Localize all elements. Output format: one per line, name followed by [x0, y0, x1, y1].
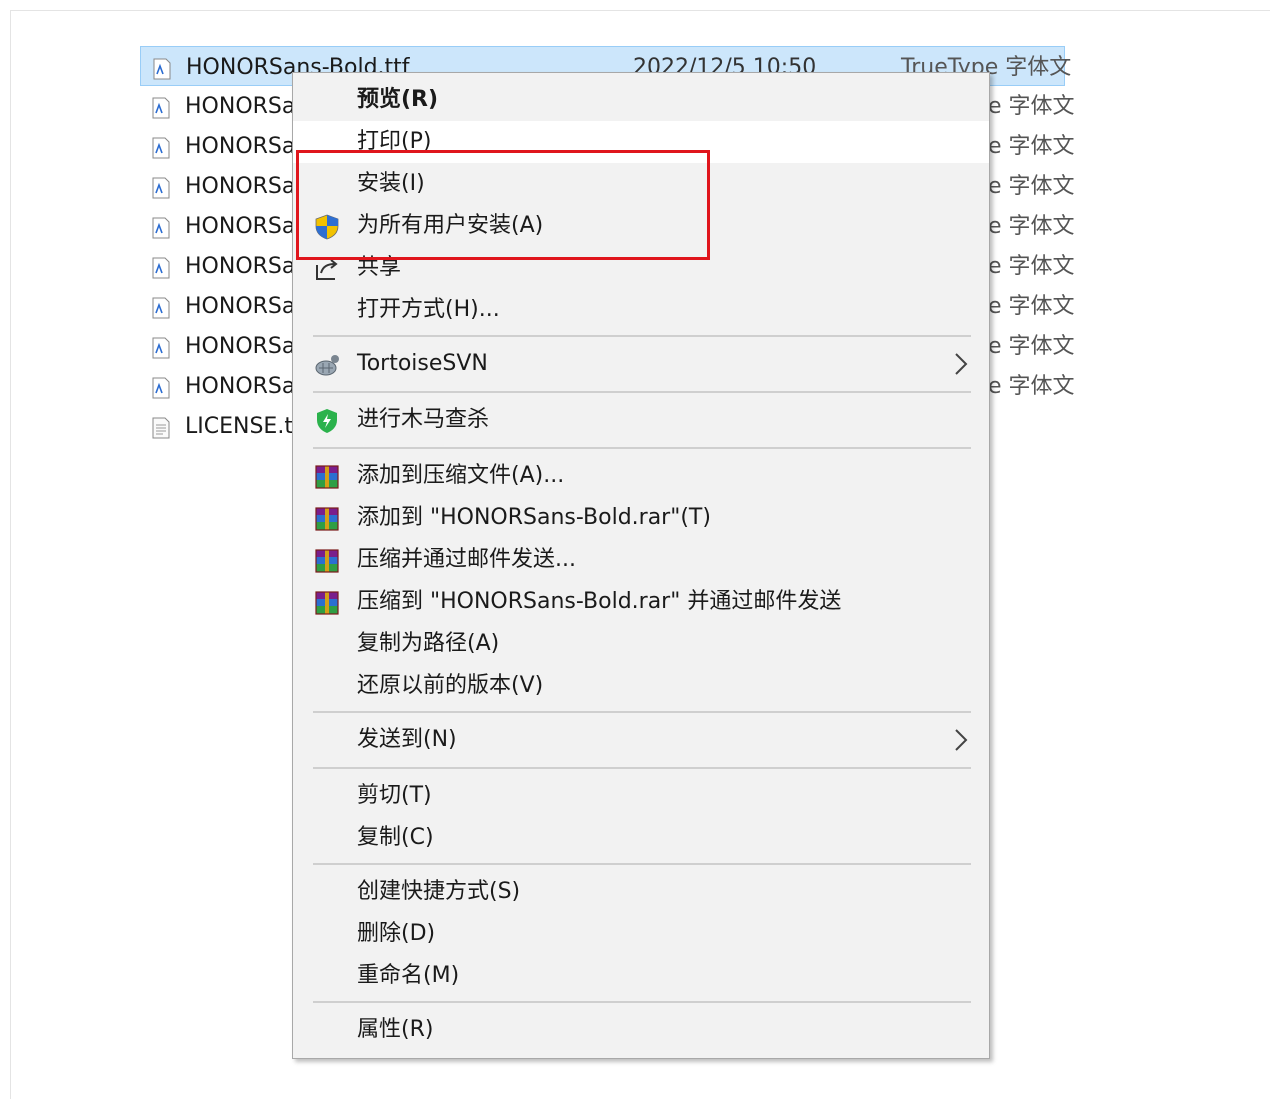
chevron-right-icon: [955, 729, 968, 751]
menu-separator: [313, 391, 971, 393]
menu-label: 预览(R): [357, 87, 439, 112]
menu-label: 压缩到 "HONORSans-Bold.rar" 并通过邮件发送: [357, 589, 842, 614]
font-file-icon: [152, 97, 170, 119]
font-file-icon: [152, 257, 170, 279]
file-name: HONORSa: [185, 174, 296, 199]
font-file-icon: [152, 337, 170, 359]
menu-separator: [313, 863, 971, 865]
menu-item-tortoisesvn[interactable]: TortoiseSVN: [293, 343, 989, 385]
font-file-icon: [152, 217, 170, 239]
menu-label: 剪切(T): [357, 783, 432, 808]
menu-label: 进行木马查杀: [357, 407, 490, 432]
file-type: e 字体文: [988, 94, 1075, 119]
menu-label: 压缩并通过邮件发送...: [357, 547, 576, 572]
highlight-box: [296, 150, 710, 260]
menu-item-properties[interactable]: 属性(R): [293, 1009, 989, 1051]
file-type: e 字体文: [988, 214, 1075, 239]
font-file-icon: [152, 297, 170, 319]
file-name: HONORSa: [185, 214, 296, 239]
page-border-top: [10, 10, 1270, 11]
font-file-icon: [152, 177, 170, 199]
menu-label: 删除(D): [357, 921, 436, 946]
menu-label: 发送到(N): [357, 727, 457, 752]
file-name: HONORSa: [185, 254, 296, 279]
menu-separator: [313, 767, 971, 769]
page-border-left: [10, 10, 11, 1099]
menu-item-open-with[interactable]: 打开方式(H)...: [293, 289, 989, 331]
antivirus-shield-icon: [317, 409, 337, 433]
menu-item-preview[interactable]: 预览(R): [293, 79, 989, 121]
menu-item-copy[interactable]: 复制(C): [293, 817, 989, 859]
file-name: HONORSa: [185, 334, 296, 359]
font-file-icon: [152, 137, 170, 159]
file-name: HONORSa: [185, 94, 296, 119]
menu-separator: [313, 1001, 971, 1003]
text-file-icon: [152, 417, 170, 439]
chevron-right-icon: [955, 353, 968, 375]
file-type: e 字体文: [988, 334, 1075, 359]
menu-label: TortoiseSVN: [357, 351, 488, 376]
menu-separator: [313, 711, 971, 713]
menu-item-add-to-archive[interactable]: 添加到压缩文件(A)...: [293, 455, 989, 497]
tortoisesvn-icon: [315, 355, 339, 376]
winrar-icon: [315, 465, 339, 489]
file-type: e 字体文: [988, 294, 1075, 319]
menu-item-rename[interactable]: 重命名(M): [293, 955, 989, 997]
menu-separator: [313, 447, 971, 449]
menu-label: 创建快捷方式(S): [357, 879, 521, 904]
menu-item-restore-versions[interactable]: 还原以前的版本(V): [293, 665, 989, 707]
menu-item-copy-as-path[interactable]: 复制为路径(A): [293, 623, 989, 665]
menu-label: 添加到压缩文件(A)...: [357, 463, 565, 488]
menu-separator: [313, 335, 971, 337]
menu-label: 添加到 "HONORSans-Bold.rar"(T): [357, 505, 711, 530]
file-name: HONORSa: [185, 134, 296, 159]
menu-label: 复制(C): [357, 825, 434, 850]
menu-item-compress-email[interactable]: 压缩并通过邮件发送...: [293, 539, 989, 581]
menu-label: 打开方式(H)...: [357, 297, 500, 322]
menu-label: 属性(R): [357, 1017, 434, 1042]
menu-label: 复制为路径(A): [357, 631, 500, 656]
winrar-icon: [315, 507, 339, 531]
font-file-icon: [153, 58, 171, 80]
file-type: e 字体文: [988, 174, 1075, 199]
file-type: e 字体文: [988, 254, 1075, 279]
winrar-icon: [315, 591, 339, 615]
menu-item-compress-rar-email[interactable]: 压缩到 "HONORSans-Bold.rar" 并通过邮件发送: [293, 581, 989, 623]
menu-label: 重命名(M): [357, 963, 460, 988]
menu-item-add-to-rar[interactable]: 添加到 "HONORSans-Bold.rar"(T): [293, 497, 989, 539]
menu-item-delete[interactable]: 删除(D): [293, 913, 989, 955]
font-file-icon: [152, 377, 170, 399]
menu-item-create-shortcut[interactable]: 创建快捷方式(S): [293, 871, 989, 913]
file-name: HONORSa: [185, 374, 296, 399]
winrar-icon: [315, 549, 339, 573]
file-type: e 字体文: [988, 374, 1075, 399]
menu-item-virus-scan[interactable]: 进行木马查杀: [293, 399, 989, 441]
file-name: LICENSE.tx: [185, 414, 306, 439]
menu-item-cut[interactable]: 剪切(T): [293, 775, 989, 817]
menu-item-send-to[interactable]: 发送到(N): [293, 719, 989, 761]
file-name: HONORSa: [185, 294, 296, 319]
file-type: e 字体文: [988, 134, 1075, 159]
menu-label: 还原以前的版本(V): [357, 673, 544, 698]
